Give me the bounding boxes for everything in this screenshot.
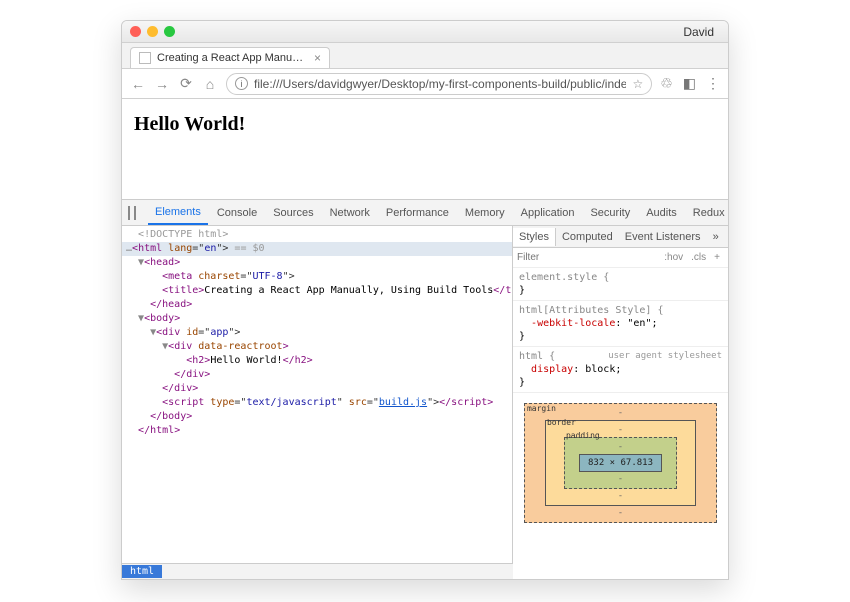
- rule-source: user agent stylesheet: [608, 350, 722, 363]
- recycle-icon[interactable]: ♲: [660, 75, 673, 92]
- favicon-icon: [139, 52, 151, 64]
- star-icon[interactable]: ☆: [632, 77, 643, 91]
- rule-html-ua[interactable]: user agent stylesheet html { display: bl…: [513, 347, 728, 393]
- breadcrumb: html: [122, 563, 513, 579]
- tab-application[interactable]: Application: [514, 202, 582, 224]
- box-content[interactable]: 832 × 67.813: [579, 454, 662, 472]
- tab-title: Creating a React App Manually: [157, 52, 308, 64]
- url-text: file:///Users/davidgwyer/Desktop/my-firs…: [254, 77, 626, 91]
- inspect-icon[interactable]: [128, 206, 130, 220]
- tab-elements[interactable]: Elements: [148, 201, 208, 225]
- tab-event-listeners[interactable]: Event Listeners: [619, 228, 707, 246]
- menu-icon[interactable]: ⋮: [706, 75, 720, 92]
- toolbar-right: ♲ ◧ ⋮: [660, 75, 720, 92]
- home-button[interactable]: ⌂: [202, 76, 218, 92]
- titlebar: David: [122, 21, 728, 43]
- box-model: margin - border - padding - 832 × 67.813…: [513, 393, 728, 533]
- tab-audits[interactable]: Audits: [639, 202, 684, 224]
- tab-styles[interactable]: Styles: [513, 228, 556, 246]
- site-info-icon[interactable]: i: [235, 77, 248, 90]
- close-window-button[interactable]: [130, 26, 141, 37]
- box-border[interactable]: border - padding - 832 × 67.813 - -: [545, 420, 696, 506]
- devtools: Elements Console Sources Network Perform…: [122, 199, 728, 579]
- tab-console[interactable]: Console: [210, 202, 264, 224]
- styles-panel: Styles Computed Event Listeners » :hov .…: [513, 226, 728, 579]
- tab-computed[interactable]: Computed: [556, 228, 619, 246]
- styles-filter-row: :hov .cls +: [513, 248, 728, 268]
- extension-icon[interactable]: ◧: [683, 75, 696, 92]
- minimize-window-button[interactable]: [147, 26, 158, 37]
- device-toggle-icon[interactable]: [134, 206, 136, 220]
- tab-performance[interactable]: Performance: [379, 202, 456, 224]
- tab-strip: Creating a React App Manually ×: [122, 43, 728, 69]
- box-padding[interactable]: padding - 832 × 67.813 -: [564, 437, 677, 489]
- styles-filter-input[interactable]: [517, 252, 660, 263]
- rule-element-style[interactable]: element.style { }: [513, 268, 728, 301]
- box-margin[interactable]: margin - border - padding - 832 × 67.813…: [524, 403, 717, 523]
- tab-redux[interactable]: Redux: [686, 202, 729, 224]
- tab-close-button[interactable]: ×: [314, 51, 321, 65]
- tab-sources[interactable]: Sources: [266, 202, 320, 224]
- crumb-html[interactable]: html: [122, 565, 162, 578]
- tab-network[interactable]: Network: [323, 202, 377, 224]
- tab-memory[interactable]: Memory: [458, 202, 512, 224]
- window-controls: [130, 26, 175, 37]
- back-button[interactable]: ←: [130, 76, 146, 92]
- tab-security[interactable]: Security: [583, 202, 637, 224]
- browser-window: David Creating a React App Manually × ← …: [121, 20, 729, 580]
- browser-tab[interactable]: Creating a React App Manually ×: [130, 47, 330, 68]
- reload-button[interactable]: ⟳: [178, 75, 194, 92]
- hov-toggle[interactable]: :hov: [660, 252, 687, 263]
- styles-more-icon[interactable]: »: [707, 231, 725, 243]
- profile-name[interactable]: David: [683, 25, 720, 39]
- dom-tree[interactable]: <!DOCTYPE html> …<html lang="en"> == $0 …: [122, 226, 513, 563]
- page-viewport: Hello World!: [122, 99, 728, 199]
- rule-html-attributes[interactable]: html[Attributes Style] { -webkit-locale:…: [513, 301, 728, 347]
- maximize-window-button[interactable]: [164, 26, 175, 37]
- add-rule-button[interactable]: +: [710, 252, 724, 263]
- styles-tabbar: Styles Computed Event Listeners »: [513, 226, 728, 248]
- address-bar[interactable]: i file:///Users/davidgwyer/Desktop/my-fi…: [226, 73, 652, 95]
- dom-selected-node[interactable]: …<html lang="en"> == $0: [122, 242, 512, 256]
- cls-toggle[interactable]: .cls: [687, 252, 710, 263]
- devtools-body: <!DOCTYPE html> …<html lang="en"> == $0 …: [122, 226, 728, 579]
- toolbar: ← → ⟳ ⌂ i file:///Users/davidgwyer/Deskt…: [122, 69, 728, 99]
- devtools-tabbar: Elements Console Sources Network Perform…: [122, 200, 728, 226]
- forward-button[interactable]: →: [154, 76, 170, 92]
- page-heading: Hello World!: [134, 113, 716, 136]
